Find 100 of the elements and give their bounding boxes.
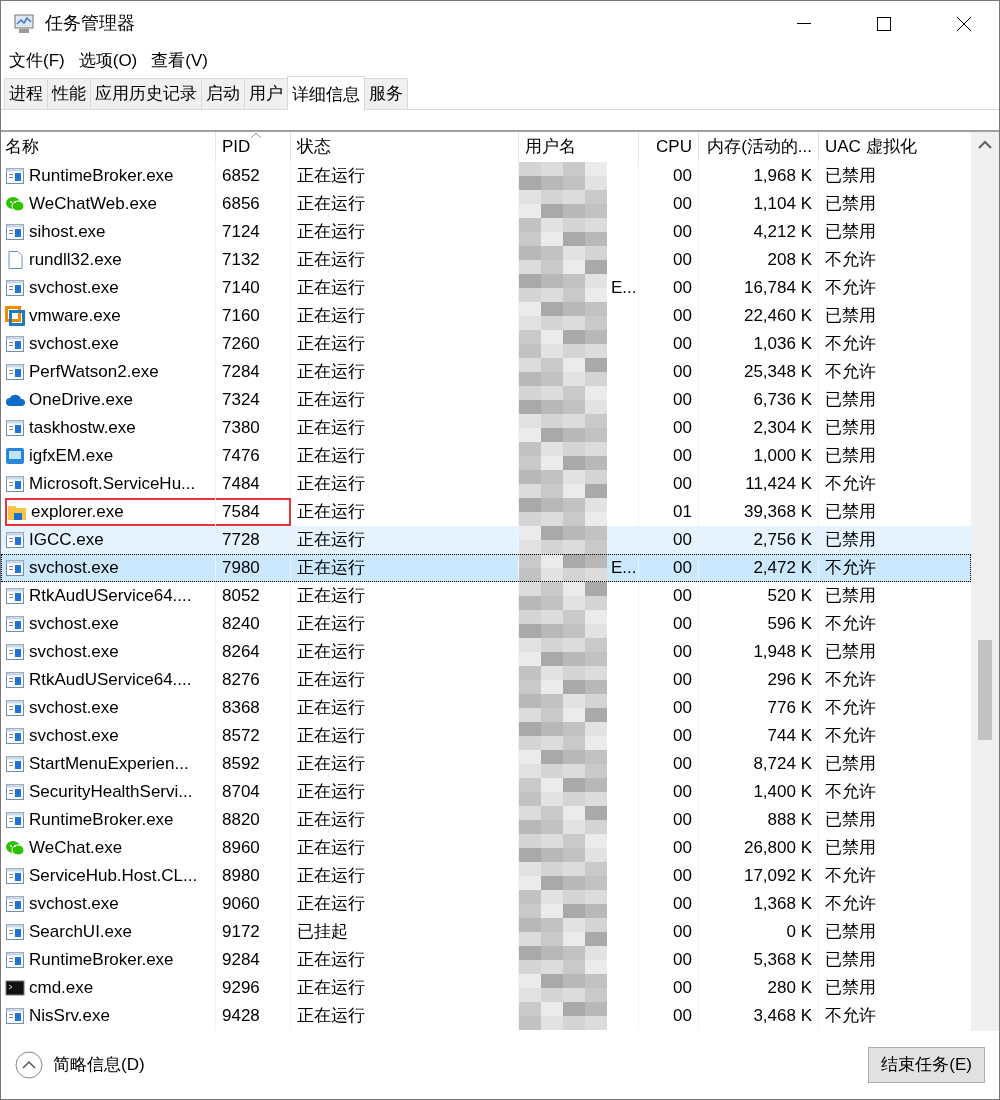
status-cell-text: 正在运行 bbox=[297, 473, 365, 496]
table-row[interactable]: RuntimeBroker.exe 6852 正在运行 00 1,968 K 已禁用 bbox=[1, 162, 971, 190]
memory-cell-text: 16,784 K bbox=[743, 277, 812, 300]
app-window-icon bbox=[5, 278, 25, 298]
table-row[interactable]: svchost.exe 8572 正在运行 00 744 K 不允许 bbox=[1, 722, 971, 750]
column-header[interactable]: UAC 虚拟化 bbox=[825, 134, 917, 160]
process-name: RuntimeBroker.exe bbox=[29, 809, 174, 832]
table-row[interactable]: WeChatWeb.exe 6856 正在运行 00 1,104 K 已禁用 bbox=[1, 190, 971, 218]
pid-cell-text: 8264 bbox=[222, 641, 260, 664]
uac-cell-text: 不允许 bbox=[825, 473, 876, 496]
status-cell-text: 正在运行 bbox=[297, 781, 365, 804]
status-cell-text: 正在运行 bbox=[297, 445, 365, 468]
table-row[interactable]: igfxEM.exe 7476 正在运行 00 1,000 K 已禁用 bbox=[1, 442, 971, 470]
tab[interactable]: 详细信息 bbox=[287, 75, 365, 110]
uac-cell-text: 已禁用 bbox=[825, 445, 876, 468]
tab[interactable]: 用户 bbox=[244, 77, 288, 109]
column-header[interactable]: 内存(活动的... bbox=[707, 134, 812, 160]
memory-cell-text: 2,304 K bbox=[753, 417, 812, 440]
pid-cell-text: 8820 bbox=[222, 809, 260, 832]
column-header[interactable]: 名称 bbox=[5, 134, 39, 160]
table-row[interactable]: rundll32.exe 7132 正在运行 00 208 K 不允许 bbox=[1, 246, 971, 274]
table-row[interactable]: StartMenuExperien... 8592 正在运行 00 8,724 K 已禁用 bbox=[1, 750, 971, 778]
cpu-cell-text: 00 bbox=[673, 277, 692, 300]
table-row[interactable]: RtkAudUService64.... 8052 正在运行 00 520 K 已禁用 bbox=[1, 582, 971, 610]
scroll-up-icon[interactable] bbox=[978, 140, 992, 150]
collapse-details-toggle[interactable]: 简略信息(D) bbox=[15, 1051, 145, 1079]
menu-item[interactable]: 选项(O) bbox=[78, 48, 138, 74]
pid-cell-text: 8052 bbox=[222, 585, 260, 608]
uac-cell-text: 已禁用 bbox=[825, 921, 876, 944]
cpu-cell-text: 00 bbox=[673, 445, 692, 468]
table-row[interactable]: vmware.exe 7160 正在运行 00 22,460 K 已禁用 bbox=[1, 302, 971, 330]
scrollbar-thumb[interactable] bbox=[978, 640, 992, 740]
tab[interactable]: 应用历史记录 bbox=[90, 77, 202, 109]
scrollbar[interactable] bbox=[971, 132, 999, 1031]
table-row[interactable]: RuntimeBroker.exe 8820 正在运行 00 888 K 已禁用 bbox=[1, 806, 971, 834]
table-row[interactable]: svchost.exe 8368 正在运行 00 776 K 不允许 bbox=[1, 694, 971, 722]
process-name: IGCC.exe bbox=[29, 529, 104, 552]
uac-cell-text: 不允许 bbox=[825, 333, 876, 356]
table-row[interactable]: svchost.exe 8240 正在运行 00 596 K 不允许 bbox=[1, 610, 971, 638]
table-row[interactable]: RtkAudUService64.... 8276 正在运行 00 296 K 不允许 bbox=[1, 666, 971, 694]
menu-item[interactable]: 查看(V) bbox=[151, 48, 208, 74]
table-row[interactable]: SecurityHealthServi... 8704 正在运行 00 1,400 K 不允许 bbox=[1, 778, 971, 806]
menu-item[interactable]: 文件(F) bbox=[9, 48, 65, 74]
table-row[interactable]: SearchUI.exe 9172 已挂起 00 0 K 已禁用 bbox=[1, 918, 971, 946]
process-name: svchost.exe bbox=[29, 277, 119, 300]
table-row[interactable]: RuntimeBroker.exe 9284 正在运行 00 5,368 K 已禁用 bbox=[1, 946, 971, 974]
app-window-icon bbox=[5, 586, 25, 606]
table-row[interactable]: OneDrive.exe 7324 正在运行 00 6,736 K 已禁用 bbox=[1, 386, 971, 414]
memory-cell-text: 6,736 K bbox=[753, 389, 812, 412]
status-cell-text: 正在运行 bbox=[297, 753, 365, 776]
table-row[interactable]: PerfWatson2.exe 7284 正在运行 00 25,348 K 不允许 bbox=[1, 358, 971, 386]
memory-cell-text: 1,400 K bbox=[753, 781, 812, 804]
cpu-cell-text: 00 bbox=[673, 417, 692, 440]
tab[interactable]: 启动 bbox=[201, 77, 245, 109]
column-header[interactable]: 用户名 bbox=[525, 134, 576, 160]
table-row[interactable]: svchost.exe 7260 正在运行 00 1,036 K 不允许 bbox=[1, 330, 971, 358]
uac-cell-text: 不允许 bbox=[825, 893, 876, 916]
process-name: RtkAudUService64.... bbox=[29, 585, 192, 608]
cpu-cell-text: 01 bbox=[673, 501, 692, 524]
table-row[interactable]: IGCC.exe 7728 正在运行 00 2,756 K 已禁用 bbox=[1, 526, 971, 554]
uac-cell-text: 已禁用 bbox=[825, 977, 876, 1000]
process-name: RuntimeBroker.exe bbox=[29, 165, 174, 188]
table-row[interactable]: svchost.exe 9060 正在运行 00 1,368 K 不允许 bbox=[1, 890, 971, 918]
memory-cell-text: 2,472 K bbox=[753, 557, 812, 580]
memory-cell-text: 17,092 K bbox=[743, 865, 812, 888]
table-row[interactable]: sihost.exe 7124 正在运行 00 4,212 K 已禁用 bbox=[1, 218, 971, 246]
status-cell-text: 正在运行 bbox=[297, 613, 365, 636]
memory-cell-text: 26,800 K bbox=[743, 837, 812, 860]
app-window-icon bbox=[5, 362, 25, 382]
column-header[interactable]: PID bbox=[222, 134, 251, 160]
table-row[interactable]: svchost.exe 8264 正在运行 00 1,948 K 已禁用 bbox=[1, 638, 971, 666]
table-row[interactable]: cmd.exe 9296 正在运行 00 280 K 已禁用 bbox=[1, 974, 971, 1002]
table-row[interactable]: svchost.exe 7140 正在运行 E... 00 16,784 K 不允许 bbox=[1, 274, 971, 302]
end-task-button[interactable]: 结束任务(E) bbox=[868, 1047, 985, 1083]
cpu-cell-text: 00 bbox=[673, 389, 692, 412]
uac-cell-text: 已禁用 bbox=[825, 165, 876, 188]
table-row[interactable]: taskhostw.exe 7380 正在运行 00 2,304 K 已禁用 bbox=[1, 414, 971, 442]
tab[interactable]: 性能 bbox=[47, 77, 91, 109]
process-name: svchost.exe bbox=[29, 893, 119, 916]
user-name-cell-text: E... bbox=[611, 277, 637, 300]
uac-cell-text: 已禁用 bbox=[825, 837, 876, 860]
uac-cell-text: 已禁用 bbox=[825, 501, 876, 524]
table-row[interactable]: ServiceHub.Host.CL... 8980 正在运行 00 17,092 K 不允许 bbox=[1, 862, 971, 890]
memory-cell-text: 25,348 K bbox=[743, 361, 812, 384]
table-row[interactable]: Microsoft.ServiceHu... 7484 正在运行 00 11,424 K 不允许 bbox=[1, 470, 971, 498]
status-cell-text: 已挂起 bbox=[297, 921, 348, 944]
status-cell-text: 正在运行 bbox=[297, 305, 365, 328]
table-row[interactable]: WeChat.exe 8960 正在运行 00 26,800 K 已禁用 bbox=[1, 834, 971, 862]
table-row[interactable]: NisSrv.exe 9428 正在运行 00 3,468 K 不允许 bbox=[1, 1002, 971, 1030]
tab[interactable]: 服务 bbox=[364, 77, 408, 109]
pid-cell-text: 7980 bbox=[222, 557, 260, 580]
memory-cell-text: 208 K bbox=[767, 249, 812, 272]
table-row[interactable]: svchost.exe 7980 正在运行 E... 00 2,472 K 不允许 bbox=[1, 554, 971, 582]
close-icon bbox=[956, 15, 972, 32]
tab[interactable]: 进程 bbox=[4, 77, 48, 109]
app-window-icon bbox=[5, 754, 25, 774]
column-header[interactable]: CPU bbox=[656, 134, 692, 160]
cpu-cell-text: 00 bbox=[673, 473, 692, 496]
column-header[interactable]: 状态 bbox=[297, 134, 331, 160]
process-name: explorer.exe bbox=[31, 501, 124, 524]
